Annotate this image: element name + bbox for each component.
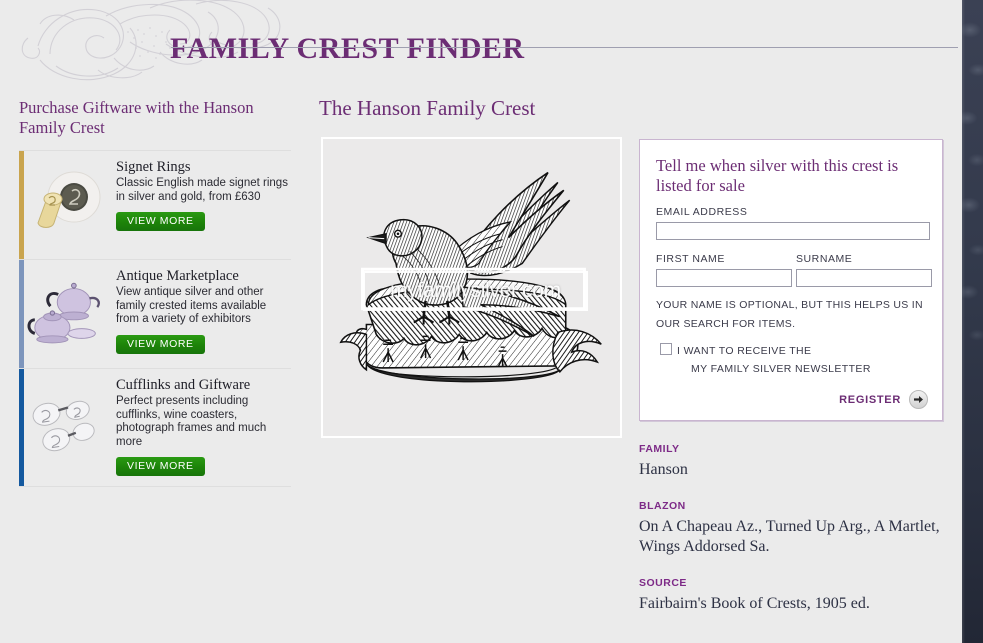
promo-description: Classic English made signet rings in sil… xyxy=(116,177,288,203)
detail-value: Hanson xyxy=(639,461,688,478)
sidebar-heading: Purchase Giftware with the Hanson Family… xyxy=(19,98,254,137)
watermark-text: myfamilysilver.com xyxy=(390,279,561,302)
accent-bar xyxy=(19,151,24,259)
newsletter-label-line1: I WANT TO RECEIVE THE xyxy=(677,345,812,357)
name-row: FIRST NAME SURNAME xyxy=(656,253,942,287)
register-button[interactable]: REGISTER xyxy=(839,394,901,406)
surname-field[interactable] xyxy=(796,269,932,287)
email-label: EMAIL ADDRESS xyxy=(656,206,748,218)
strip-edge-highlight xyxy=(962,0,965,643)
crest-image-panel: myfamilysilver.com xyxy=(321,137,622,438)
accent-bar xyxy=(19,369,24,486)
detail-source: SOURCE Fairbairn's Book of Crests, 1905 … xyxy=(639,577,954,614)
giftware-sidebar: Purchase Giftware with the Hanson Family… xyxy=(19,98,291,487)
promo-description: View antique silver and other family cre… xyxy=(116,286,267,325)
site-title: FAMILY CREST FINDER xyxy=(170,32,525,66)
page-title: The Hanson Family Crest xyxy=(319,96,536,120)
first-name-group: FIRST NAME xyxy=(656,253,792,287)
detail-label: SOURCE xyxy=(639,577,687,589)
signup-title: Tell me when silver with this crest is l… xyxy=(656,156,899,195)
view-more-button-signet-rings[interactable]: VIEW MORE xyxy=(116,212,205,231)
site-header: FAMILY CREST FINDER xyxy=(0,0,962,95)
first-name-field[interactable] xyxy=(656,269,792,287)
detail-label: FAMILY xyxy=(639,443,680,455)
crest-details: FAMILY Hanson BLAZON On A Chapeau Az., T… xyxy=(639,443,954,614)
promo-body: Antique Marketplace View antique silver … xyxy=(109,266,291,358)
detail-label: BLAZON xyxy=(639,500,686,512)
detail-value: Fairbairn's Book of Crests, 1905 ed. xyxy=(639,595,870,612)
silver-teapot-thumbnail xyxy=(19,266,109,358)
promo-body: Signet Rings Classic English made signet… xyxy=(109,157,291,249)
newsletter-checkbox[interactable] xyxy=(660,343,672,355)
promo-title: Antique Marketplace xyxy=(116,268,239,284)
newsletter-label-line2: MY FAMILY SILVER NEWSLETTER xyxy=(691,363,871,375)
detail-family: FAMILY Hanson xyxy=(639,443,954,480)
first-name-label: FIRST NAME xyxy=(656,253,725,265)
detail-blazon: BLAZON On A Chapeau Az., Turned Up Arg.,… xyxy=(639,500,954,557)
page-canvas: FAMILY CREST FINDER Purchase Giftware wi… xyxy=(0,0,962,643)
sidebar-item-signet-rings[interactable]: Signet Rings Classic English made signet… xyxy=(19,150,291,260)
newsletter-label: I WANT TO RECEIVE THE MY FAMILY SILVER N… xyxy=(675,342,871,378)
sidebar-item-antique-marketplace[interactable]: Antique Marketplace View antique silver … xyxy=(19,260,291,369)
header-divider xyxy=(171,47,958,48)
newsletter-opt-in-row[interactable]: I WANT TO RECEIVE THE MY FAMILY SILVER N… xyxy=(656,342,926,378)
watermark: myfamilysilver.com xyxy=(363,271,588,311)
accent-bar xyxy=(19,260,24,368)
promo-description: Perfect presents including cufflinks, wi… xyxy=(116,395,267,448)
signet-ring-thumbnail xyxy=(19,157,109,249)
promo-title: Cufflinks and Giftware xyxy=(116,377,251,393)
email-field[interactable] xyxy=(656,222,930,240)
surname-label: SURNAME xyxy=(796,253,853,265)
surname-group: SURNAME xyxy=(796,253,932,287)
sidebar-item-cufflinks-and-giftware[interactable]: Cufflinks and Giftware Perfect presents … xyxy=(19,369,291,487)
promo-title: Signet Rings xyxy=(116,159,191,175)
register-row[interactable]: REGISTER xyxy=(839,390,928,409)
view-more-button-cufflinks-and-giftware[interactable]: VIEW MORE xyxy=(116,457,205,476)
detail-value: On A Chapeau Az., Turned Up Arg., A Mart… xyxy=(639,518,940,555)
view-more-button-antique-marketplace[interactable]: VIEW MORE xyxy=(116,334,205,354)
arrow-right-icon[interactable] xyxy=(909,390,928,409)
promo-body: Cufflinks and Giftware Perfect presents … xyxy=(109,375,291,476)
cufflinks-thumbnail xyxy=(19,375,109,476)
crest-alert-signup-panel: Tell me when silver with this crest is l… xyxy=(639,139,943,421)
page-background-strip xyxy=(962,0,983,643)
optional-name-note: YOUR NAME IS OPTIONAL, BUT THIS HELPS US… xyxy=(656,299,923,330)
